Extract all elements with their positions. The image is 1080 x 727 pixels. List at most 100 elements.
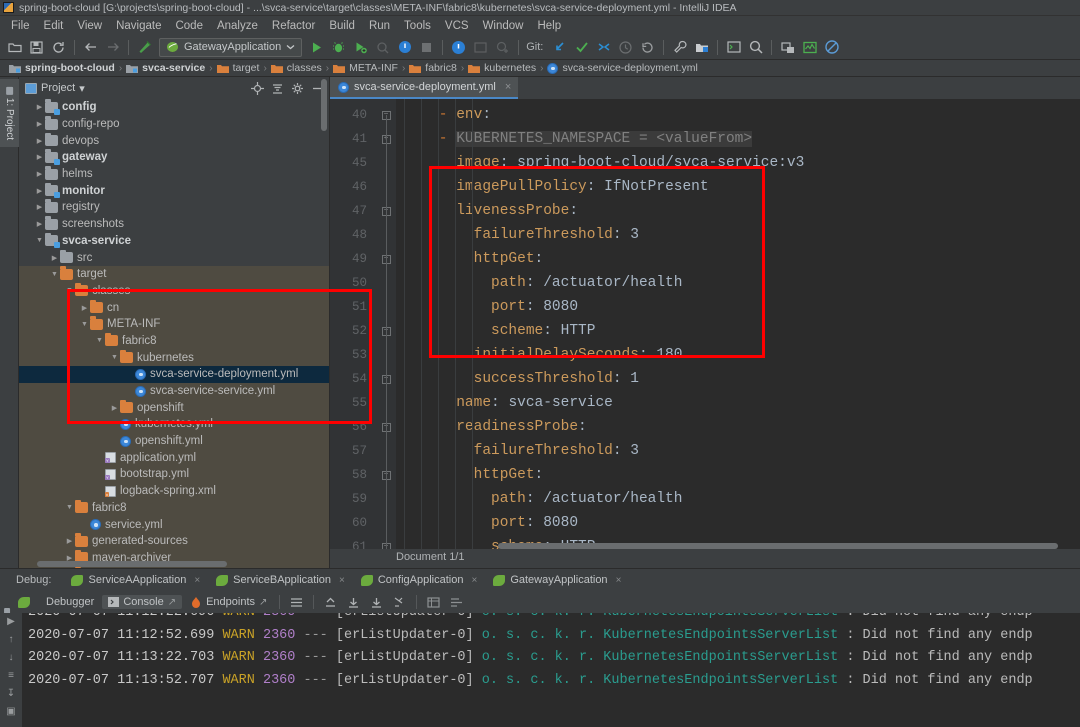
- editor-body[interactable]: 4041454647484950515253545556575859606162…: [330, 99, 1080, 549]
- save-all-icon[interactable]: [26, 37, 47, 58]
- run-icon[interactable]: [306, 37, 327, 58]
- chevron-right-icon[interactable]: ▶: [109, 404, 120, 412]
- tree-node[interactable]: ▶ config-repo: [19, 116, 329, 133]
- chevron-right-icon[interactable]: ▶: [79, 304, 90, 312]
- pin-icon[interactable]: ↗: [168, 597, 176, 608]
- soft-wrap-icon[interactable]: [286, 592, 307, 613]
- update-project-icon[interactable]: [470, 37, 491, 58]
- database-icon[interactable]: [777, 37, 798, 58]
- menu-tools[interactable]: Tools: [397, 19, 438, 33]
- breadcrumb-item-project[interactable]: spring-boot-cloud: [5, 62, 119, 74]
- close-icon[interactable]: ×: [471, 575, 477, 586]
- breadcrumb-item-kubernetes[interactable]: kubernetes: [464, 62, 540, 74]
- tree-node[interactable]: svca-service-service.yml: [19, 382, 329, 400]
- breadcrumb-item-target[interactable]: target: [213, 62, 264, 74]
- tree-node[interactable]: ▶ registry: [19, 199, 329, 216]
- locate-target-icon[interactable]: [249, 80, 265, 96]
- chevron-right-icon[interactable]: ▶: [34, 153, 45, 161]
- collapse-all-icon[interactable]: [269, 80, 285, 96]
- tree-node[interactable]: ▼ META-INF: [19, 315, 329, 333]
- close-icon[interactable]: ×: [194, 575, 200, 586]
- code-content[interactable]: - env: - KUBERNETES_NAMESPACE = <valueFr…: [396, 99, 1080, 549]
- chevron-right-icon[interactable]: ▶: [34, 187, 45, 195]
- chevron-right-icon[interactable]: ▶: [34, 137, 45, 145]
- tree-node[interactable]: ▼ fabric8: [19, 332, 329, 350]
- profile-icon[interactable]: [372, 37, 393, 58]
- tree-node[interactable]: ▶ generated-sources: [19, 532, 329, 550]
- push-icon[interactable]: [593, 37, 614, 58]
- tree-node[interactable]: ▼ classes: [19, 282, 329, 300]
- sync-icon[interactable]: [48, 37, 69, 58]
- tree-node[interactable]: ▼ svca-service: [19, 232, 329, 250]
- tree-node[interactable]: ▶ cn: [19, 299, 329, 316]
- tree-node[interactable]: ▶ devops: [19, 132, 329, 149]
- debug-tab-config[interactable]: ConfigApplication ×: [353, 570, 485, 590]
- close-icon[interactable]: ×: [616, 575, 622, 586]
- scroll-to-end-icon[interactable]: ↧: [7, 688, 15, 699]
- run-with-coverage-icon[interactable]: [350, 37, 371, 58]
- scroll-to-top-icon[interactable]: [320, 592, 341, 613]
- menu-view[interactable]: View: [70, 19, 109, 33]
- debug-tab-gateway[interactable]: GatewayApplication ×: [485, 570, 629, 590]
- chevron-down-icon[interactable]: ▼: [94, 337, 105, 344]
- tree-node[interactable]: openshift.yml: [19, 432, 329, 450]
- build-hammer-icon[interactable]: [134, 37, 155, 58]
- chevron-down-icon[interactable]: ▾: [79, 82, 85, 95]
- breadcrumb-item-fabric8[interactable]: fabric8: [405, 62, 461, 74]
- close-icon[interactable]: ×: [339, 575, 345, 586]
- tree-vertical-scrollbar[interactable]: [321, 79, 327, 131]
- tree-node[interactable]: ▶ openshift: [19, 399, 329, 417]
- console-output[interactable]: ▶ ↑ ↓ ≡ ↧ ▣ 2020-07-07 11:12:22.696 WARN…: [0, 613, 1080, 727]
- clear-all-icon[interactable]: [389, 592, 410, 613]
- tree-node[interactable]: Ybootstrap.yml: [19, 466, 329, 483]
- tree-node[interactable]: ▼ target: [19, 265, 329, 283]
- debug-tab-serviceB[interactable]: ServiceBApplication ×: [208, 570, 353, 590]
- tree-node[interactable]: service.yml: [19, 516, 329, 533]
- menu-build[interactable]: Build: [322, 19, 362, 33]
- terminal-icon[interactable]: [723, 37, 744, 58]
- tree-node[interactable]: kubernetes.yml: [19, 416, 329, 433]
- run-icon[interactable]: ▶: [7, 616, 15, 627]
- menu-file[interactable]: File: [4, 19, 37, 33]
- print-icon[interactable]: [423, 592, 444, 613]
- menu-refactor[interactable]: Refactor: [265, 19, 322, 33]
- tree-horizontal-scrollbar[interactable]: [37, 561, 227, 567]
- chevron-down-icon[interactable]: ▼: [49, 271, 60, 278]
- debug-subtab-endpoints[interactable]: Endpoints ↗: [184, 595, 273, 609]
- chevron-down-icon[interactable]: ▼: [109, 354, 120, 361]
- stop-icon[interactable]: [416, 37, 437, 58]
- debug-icon[interactable]: [328, 37, 349, 58]
- scroll-down-icon[interactable]: [343, 592, 364, 613]
- chevron-down-icon[interactable]: ▼: [79, 321, 90, 328]
- settings-add-icon[interactable]: [492, 37, 513, 58]
- settings-wrench-icon[interactable]: [669, 37, 690, 58]
- breadcrumb-item-module[interactable]: svca-service: [122, 62, 209, 74]
- chevron-down-icon[interactable]: ▼: [34, 237, 45, 244]
- pin-icon[interactable]: ↗: [259, 597, 267, 608]
- tree-node[interactable]: ▶ monitor: [19, 182, 329, 199]
- chevron-right-icon[interactable]: ▶: [34, 120, 45, 128]
- menu-analyze[interactable]: Analyze: [210, 19, 265, 33]
- chevron-right-icon[interactable]: ▶: [34, 170, 45, 178]
- breadcrumb-item-file[interactable]: svca-service-deployment.yml: [543, 62, 701, 74]
- attach-debugger-icon[interactable]: [394, 37, 415, 58]
- monitor-chart-icon[interactable]: [799, 37, 820, 58]
- vcs-update-icon[interactable]: [549, 37, 570, 58]
- debug-tab-serviceA[interactable]: ServiceAApplication ×: [63, 570, 208, 590]
- menu-navigate[interactable]: Navigate: [109, 19, 168, 33]
- tree-node[interactable]: x logback-spring.xml: [19, 482, 329, 500]
- menu-vcs[interactable]: VCS: [438, 19, 476, 33]
- open-folder-icon[interactable]: [4, 37, 25, 58]
- print-icon[interactable]: ▣: [6, 706, 15, 717]
- project-tree[interactable]: ▶ config ▶ config-repo ▶ devops ▶ gateway ▶ helms…: [19, 99, 329, 568]
- up-arrow-icon[interactable]: ↑: [9, 634, 14, 645]
- down-arrow-icon[interactable]: ↓: [9, 652, 14, 663]
- forward-arrow-icon[interactable]: [102, 37, 123, 58]
- commit-checkmark-icon[interactable]: [571, 37, 592, 58]
- history-clock-icon[interactable]: [615, 37, 636, 58]
- close-icon[interactable]: ×: [505, 81, 511, 93]
- soft-wrap-icon[interactable]: ≡: [8, 670, 14, 681]
- back-arrow-icon[interactable]: [80, 37, 101, 58]
- sidebar-tab-project[interactable]: 1: Project: [0, 79, 19, 147]
- settings-list-icon[interactable]: [446, 592, 467, 613]
